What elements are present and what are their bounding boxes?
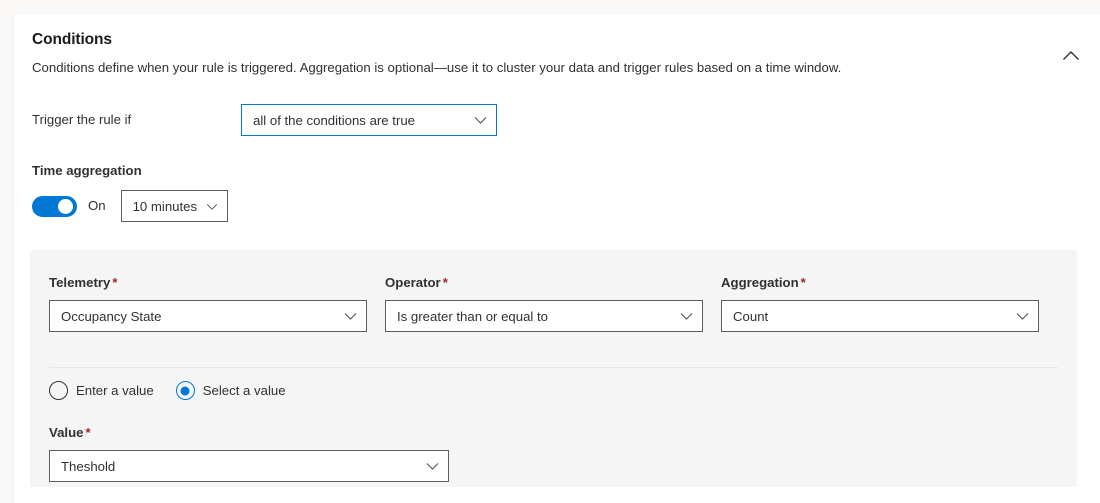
page-title: Conditions <box>32 31 112 48</box>
value-field: Value * Theshold <box>49 424 449 482</box>
operator-value: Is greater than or equal to <box>397 308 549 324</box>
telemetry-dropdown[interactable]: Occupancy State <box>49 300 367 332</box>
condition-row-panel: Telemetry* Occupancy State Operator* I <box>30 250 1077 487</box>
toggle-knob <box>58 198 73 214</box>
radio-select-a-value[interactable]: Select a value <box>175 381 286 400</box>
value-dropdown[interactable]: Theshold <box>49 450 449 482</box>
app-page: Conditions Conditions define when your r… <box>0 0 1100 503</box>
time-aggregation-toggle[interactable] <box>32 195 77 217</box>
time-aggregation-state-label: On <box>88 198 106 213</box>
trigger-rule-label: Trigger the rule if <box>32 112 132 127</box>
trigger-condition-dropdown[interactable]: all of the conditions are true <box>241 104 497 136</box>
time-window-dropdown[interactable]: 10 minutes <box>120 190 228 222</box>
radio-select-a-value-label: Select a value <box>202 382 286 398</box>
telemetry-label-text: Telemetry <box>49 275 111 290</box>
telemetry-value: Occupancy State <box>61 308 162 324</box>
aggregation-field: Aggregation * Count <box>721 274 1039 332</box>
operator-label-text: Operator <box>385 275 441 290</box>
trigger-condition-value: all of the conditions are true <box>253 112 416 128</box>
time-aggregation-controls: On 10 minutes <box>32 190 1100 222</box>
chevron-down-icon <box>474 113 487 128</box>
chevron-down-icon <box>680 309 693 324</box>
chevron-down-icon <box>1016 309 1029 324</box>
panel-divider <box>49 367 1058 368</box>
aggregation-label: Aggregation * <box>721 274 1039 292</box>
value-label-text: Value <box>49 425 84 440</box>
conditions-card: Conditions Conditions define when your r… <box>14 14 1100 503</box>
radio-enter-a-value-label: Enter a value <box>76 382 154 398</box>
value-selection-area: Enter a value Select a value Value * Thes… <box>49 381 1058 482</box>
value-label: Value * <box>49 424 449 442</box>
chevron-down-icon <box>206 199 218 214</box>
chevron-down-icon <box>344 309 357 324</box>
chevron-up-icon <box>1062 50 1080 61</box>
aggregation-value: Count <box>733 308 769 324</box>
operator-dropdown[interactable]: Is greater than or equal to <box>385 300 703 332</box>
required-asterisk: * <box>112 275 118 290</box>
telemetry-field: Telemetry * Occupancy State <box>49 274 367 332</box>
time-window-value: 10 minutes <box>132 198 198 214</box>
required-asterisk: * <box>85 425 91 440</box>
operator-label: Operator * <box>385 274 703 292</box>
section-description: Conditions define when your rule is trig… <box>32 60 842 75</box>
radio-circle-selected-icon <box>175 381 195 400</box>
time-aggregation-label: Time aggregation <box>32 163 142 178</box>
value-dropdown-value: Theshold <box>61 458 116 474</box>
radio-enter-a-value[interactable]: Enter a value <box>49 381 154 400</box>
aggregation-label-text: Aggregation <box>721 275 799 290</box>
radio-circle-icon <box>49 381 68 400</box>
chevron-down-icon <box>426 459 439 474</box>
required-asterisk: * <box>442 275 448 290</box>
value-mode-radio-group: Enter a value Select a value <box>49 381 1058 400</box>
telemetry-label: Telemetry * <box>49 274 367 292</box>
time-aggregation-section: Time aggregation On 10 minutes <box>32 162 1100 222</box>
operator-field: Operator * Is greater than or equal to <box>385 274 703 332</box>
required-asterisk: * <box>800 275 806 290</box>
condition-fields-row: Telemetry* Occupancy State Operator* I <box>30 250 1077 332</box>
aggregation-dropdown[interactable]: Count <box>721 300 1039 332</box>
collapse-section-button[interactable] <box>1056 40 1086 70</box>
trigger-rule-row: Trigger the rule if all of the condition… <box>32 104 1100 136</box>
